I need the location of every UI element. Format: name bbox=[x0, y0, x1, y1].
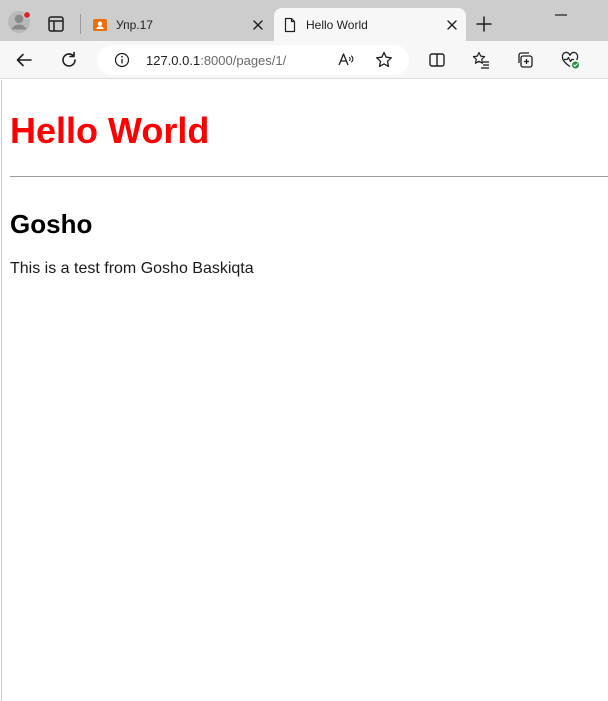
close-tab-icon[interactable] bbox=[444, 17, 460, 33]
browser-essentials-icon[interactable] bbox=[560, 50, 580, 70]
page-body-text: This is a test from Gosho Baskiqta bbox=[10, 260, 254, 277]
tab-strip: Упр.17 Hello World bbox=[0, 0, 608, 41]
url-host: 127.0.0.1 bbox=[146, 53, 201, 68]
tab-hello-world[interactable]: Hello World bbox=[274, 8, 466, 41]
refresh-icon[interactable] bbox=[59, 50, 79, 70]
tab-title: Hello World bbox=[306, 18, 368, 32]
page-subheading: Gosho bbox=[10, 209, 93, 239]
collections-icon[interactable] bbox=[515, 50, 535, 70]
tab-separator bbox=[80, 14, 81, 34]
page-title: Hello World bbox=[10, 110, 210, 151]
close-tab-icon[interactable] bbox=[250, 17, 266, 33]
profile-avatar-icon[interactable] bbox=[7, 10, 31, 34]
back-arrow-icon[interactable] bbox=[14, 50, 34, 70]
horizontal-divider bbox=[10, 176, 608, 177]
new-tab-icon[interactable] bbox=[473, 13, 495, 35]
url-path: :8000/pages/1/ bbox=[200, 53, 287, 68]
url-text[interactable]: 127.0.0.1:8000/pages/1/ bbox=[146, 53, 286, 68]
page-content: Hello World Gosho This is a test from Go… bbox=[1, 80, 608, 701]
address-bar[interactable]: 127.0.0.1:8000/pages/1/ bbox=[97, 45, 409, 75]
browser-toolbar: 127.0.0.1:8000/pages/1/ bbox=[0, 41, 608, 79]
read-aloud-icon[interactable] bbox=[337, 51, 355, 69]
tab-upr17[interactable]: Упр.17 bbox=[84, 8, 272, 41]
contact-card-icon bbox=[92, 17, 108, 33]
tab-actions-icon[interactable] bbox=[46, 14, 66, 34]
tab-title: Упр.17 bbox=[116, 18, 153, 32]
favorite-star-icon[interactable] bbox=[374, 50, 394, 70]
favorites-list-icon[interactable] bbox=[471, 50, 491, 70]
site-info-icon[interactable] bbox=[114, 52, 130, 68]
minimize-window-icon[interactable] bbox=[554, 9, 568, 19]
page-icon bbox=[282, 17, 298, 33]
split-screen-icon[interactable] bbox=[427, 50, 447, 70]
